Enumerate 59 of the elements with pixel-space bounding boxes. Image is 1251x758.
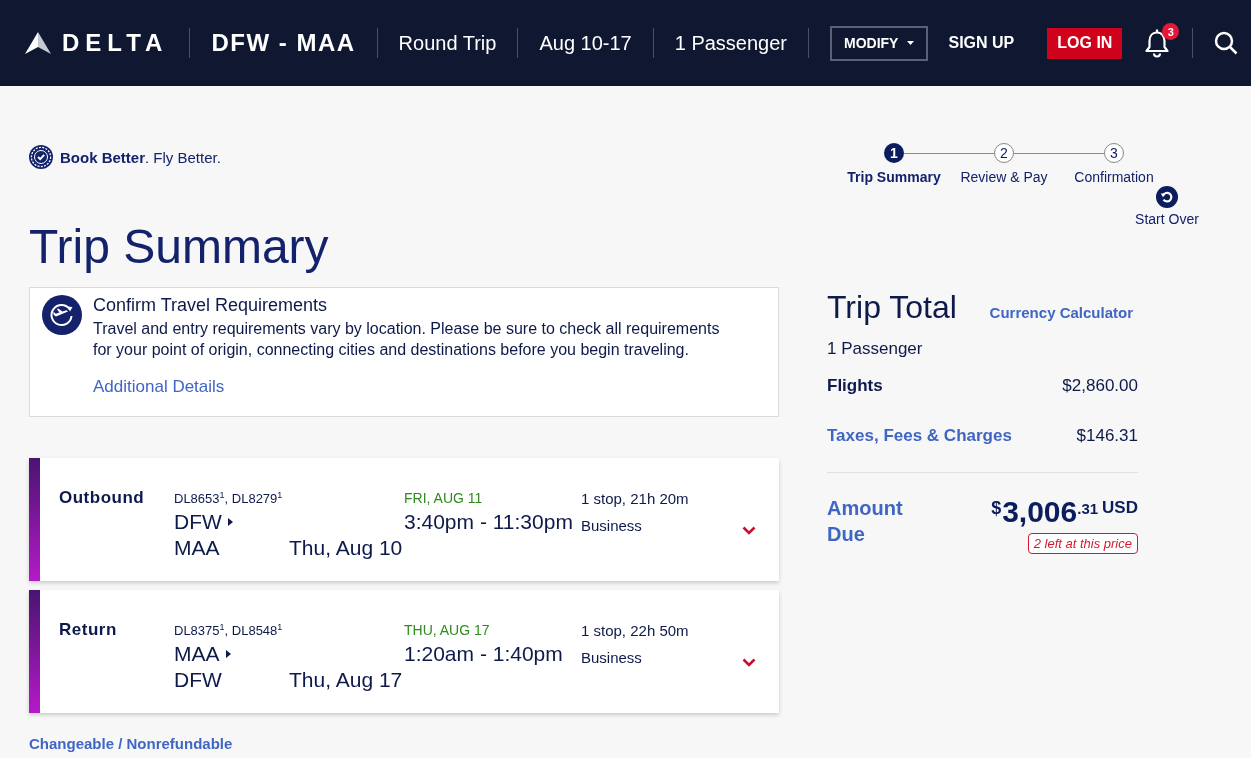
segment-label: Outbound [59, 488, 146, 508]
search-icon[interactable] [1214, 31, 1239, 55]
chevron-down-icon[interactable] [742, 658, 756, 667]
passenger-count: 1 Passenger [827, 338, 924, 360]
flight-times: 1:20am - 1:40pm [404, 642, 563, 666]
arrival-date: FRI, AUG 11 [404, 490, 483, 506]
step-label: Confirmation [1074, 169, 1154, 185]
log-in-button[interactable]: LOG IN [1047, 27, 1123, 59]
page-title: Trip Summary [29, 219, 329, 275]
arrival-date: THU, AUG 17 [404, 622, 490, 638]
amount-due-label: Amount Due [827, 496, 904, 547]
caret-right-icon [227, 518, 233, 526]
start-over-link[interactable]: Start Over [1135, 211, 1199, 227]
line-item-amount: $146.31 [1076, 426, 1138, 446]
step-label: Trip Summary [847, 169, 941, 185]
check-badge-icon [29, 145, 53, 169]
route-summary: DFW - MAA [211, 29, 356, 57]
segment-label: Return [59, 620, 118, 640]
destination-code: DFW [174, 668, 222, 692]
notification-count-badge: 3 [1162, 23, 1180, 40]
caret-down-icon [907, 41, 915, 45]
departure-date: Thu, Aug 10 [289, 536, 403, 560]
origin-code: DFW [174, 510, 222, 534]
flight-numbers: DL8375$^{1}$, DL8548$^{1}$ [174, 622, 283, 638]
departure-date: Thu, Aug 17 [289, 668, 403, 692]
line-item-amount: $2,860.00 [1062, 376, 1138, 396]
destination-code: MAA [174, 536, 220, 560]
trip-total-title: Trip Total [827, 288, 957, 327]
caret-right-icon [225, 650, 231, 658]
notice-title: Confirm Travel Requirements [93, 294, 329, 316]
origin-code: MAA [174, 642, 220, 666]
notice-text: Travel and entry requirements vary by location. Please be sure to check all requirements for your point of origin, connecting cities and destinations before you begin traveling. [93, 319, 721, 360]
stops-duration: 1 stop, 22h 50m [581, 621, 689, 639]
modify-button[interactable]: MODIFY [830, 25, 929, 61]
sign-up-link[interactable]: SIGN UP [948, 34, 1015, 52]
travel-dates: Aug 10-17 [539, 31, 632, 55]
tagline: Book Better. Fly Better. [60, 148, 221, 166]
step-number: 2 [994, 143, 1014, 163]
chevron-down-icon[interactable] [742, 526, 756, 535]
additional-details-link[interactable]: Additional Details [93, 377, 225, 397]
step-number: 1 [884, 143, 904, 163]
plane-circle-icon [42, 295, 82, 335]
step-label: Review & Pay [960, 169, 1048, 185]
line-item-link[interactable]: Taxes, Fees & Charges [827, 426, 1012, 446]
availability-badge: 2 left at this price [1027, 533, 1138, 554]
cabin-class: Business [581, 649, 642, 666]
currency-calculator-link[interactable]: Currency Calculator [989, 304, 1133, 321]
step-number: 3 [1104, 143, 1124, 163]
trip-type: Round Trip [398, 31, 497, 55]
passenger-count: 1 Passenger [674, 31, 787, 55]
flight-times: 3:40pm - 11:30pm [404, 510, 573, 534]
line-item-label: Flights [827, 376, 883, 396]
logo-wordmark[interactable]: DELTA [62, 29, 169, 57]
fare-rules-link[interactable]: Changeable / Nonrefundable [29, 735, 233, 752]
cabin-class: Business [581, 517, 642, 534]
stops-duration: 1 stop, 21h 20m [581, 489, 689, 507]
triangle-logo-icon [25, 32, 51, 54]
flight-numbers: DL8653$^{1}$, DL8279$^{1}$ [174, 490, 283, 506]
refresh-icon[interactable] [1156, 186, 1178, 208]
